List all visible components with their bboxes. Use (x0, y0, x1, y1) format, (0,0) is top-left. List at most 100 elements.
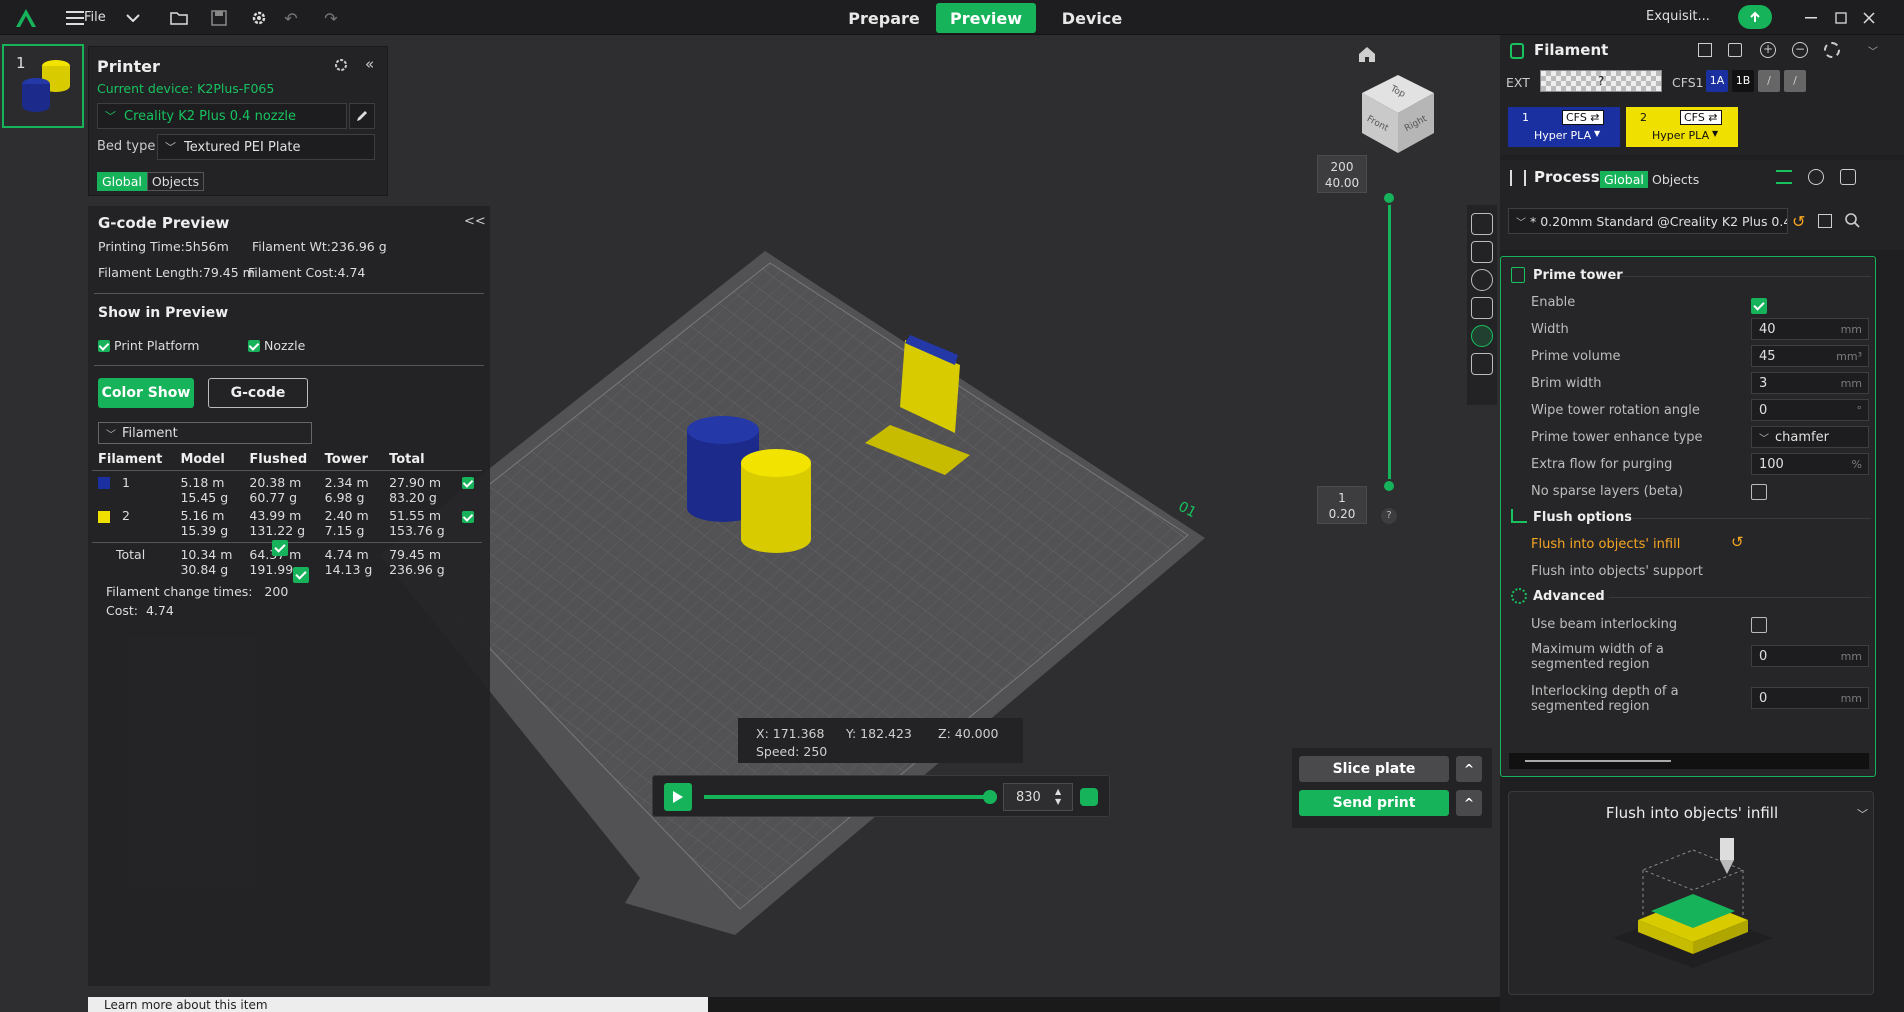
reset-value-icon[interactable]: ↺ (1731, 533, 1744, 551)
prime-volume-input[interactable]: 45 mm³ (1751, 345, 1869, 367)
filament-settings-icon[interactable] (1824, 42, 1840, 58)
card-tag[interactable]: CFS ⇄ (1562, 110, 1604, 125)
max-width-input[interactable]: 0 mm (1751, 645, 1869, 667)
scrollbar-thumb[interactable] (1525, 760, 1671, 762)
printer-settings-icon[interactable] (333, 57, 349, 73)
support-icon[interactable] (1471, 241, 1493, 263)
filament-visible-checkbox[interactable] (462, 477, 475, 489)
gcode-collapse-button[interactable]: << (464, 214, 486, 229)
slot-1a[interactable]: 1A (1706, 70, 1728, 92)
cloud-upload-icon[interactable] (1738, 5, 1772, 29)
beam-interlocking-checkbox[interactable] (1751, 617, 1767, 633)
process-toggle-global[interactable]: Global (1600, 171, 1648, 188)
minimize-icon[interactable] (1800, 7, 1822, 29)
nozzle-select[interactable]: ﹀ Creality K2 Plus 0.4 nozzle (97, 103, 347, 129)
rotation-input[interactable]: 0 ° (1751, 399, 1869, 421)
process-toggle-objects[interactable]: Objects (1652, 172, 1699, 187)
share-icon[interactable] (1840, 169, 1856, 185)
layer-slider-track[interactable] (1388, 197, 1391, 487)
toggle-objects[interactable]: Objects (146, 172, 205, 191)
tab-device[interactable]: Device (1052, 3, 1132, 33)
depth-input[interactable]: 0 mm (1751, 687, 1869, 709)
playback-input[interactable]: 830 (1003, 783, 1073, 811)
print-platform-checkbox[interactable]: Print Platform (98, 338, 199, 353)
play-button[interactable] (664, 783, 692, 811)
multicolor-icon[interactable] (1471, 353, 1493, 375)
playback-stepper-icon[interactable]: ▲ ▼ (1055, 787, 1061, 807)
list-view-icon[interactable] (1776, 170, 1792, 184)
slice-plate-button[interactable]: Slice plate (1299, 756, 1449, 782)
edit-printer-icon[interactable] (349, 103, 375, 129)
collapse-printer-icon[interactable]: « (365, 55, 374, 73)
view-cube[interactable]: Top Front Right (1360, 73, 1436, 155)
reset-preset-icon[interactable]: ↺ (1792, 212, 1805, 231)
tab-prepare[interactable]: Prepare (844, 3, 924, 33)
home-icon[interactable] (1357, 45, 1377, 65)
layer-mode-icon[interactable] (1080, 788, 1098, 806)
file-menu[interactable]: File (84, 10, 106, 25)
brim-width-input[interactable]: 3 mm (1751, 372, 1869, 394)
send-print-button[interactable]: Send print (1299, 790, 1449, 816)
chevron-down-icon[interactable] (122, 7, 144, 29)
toggle-global[interactable]: Global (97, 172, 147, 191)
flush-support-checkbox[interactable] (293, 566, 310, 583)
speed-icon[interactable] (1471, 269, 1493, 291)
save-icon[interactable] (208, 7, 230, 29)
learn-more-link[interactable]: Learn more about this item (104, 998, 268, 1012)
horizontal-scrollbar[interactable] (1509, 753, 1869, 769)
process-preset-select[interactable]: ﹀ * 0.20mm Standard @Creality K2 Plus 0.… (1508, 208, 1788, 234)
checkbox-checked[interactable] (248, 339, 260, 352)
slot-1b[interactable]: 1B (1732, 70, 1754, 92)
gear-icon[interactable] (248, 7, 270, 29)
remove-filament-icon[interactable]: − (1792, 42, 1808, 58)
help-collapse-icon[interactable]: ﹀ (1857, 806, 1868, 822)
card-type[interactable]: Hyper PLA (1652, 129, 1709, 142)
ext-slot[interactable]: ? (1540, 70, 1662, 92)
color-show-button[interactable]: Color Show (98, 378, 194, 408)
playback-slider-handle[interactable] (983, 790, 997, 804)
slot-empty-1[interactable]: / (1758, 70, 1780, 92)
model-cylinder-yellow[interactable] (741, 449, 811, 553)
filament-visible-checkbox[interactable] (462, 510, 475, 523)
gcode-button[interactable]: G-code (208, 378, 308, 408)
save-preset-icon[interactable] (1818, 214, 1832, 228)
maximize-icon[interactable] (1830, 7, 1852, 29)
filament-card-2[interactable]: 2 CFS ⇄ Hyper PLA ▼ (1626, 107, 1738, 147)
filament-sync-icon[interactable] (1698, 43, 1712, 57)
slot-empty-2[interactable]: / (1784, 70, 1806, 92)
filament-view-select[interactable]: ﹀ Filament (98, 422, 312, 444)
undo-icon[interactable]: ↶ (280, 7, 302, 29)
menu-icon[interactable] (64, 7, 86, 29)
surface-icon[interactable] (1471, 297, 1493, 319)
help-button[interactable]: ? (1381, 508, 1397, 524)
flush-infill-checkbox[interactable] (272, 539, 289, 556)
filament-brush-icon[interactable] (1728, 43, 1742, 57)
close-icon[interactable] (1858, 7, 1880, 29)
layers-icon[interactable] (1471, 213, 1493, 235)
search-icon[interactable] (1844, 212, 1860, 232)
layer-slider-bottom-handle[interactable] (1382, 479, 1396, 493)
layer-slider-top-handle[interactable] (1382, 191, 1396, 205)
tab-preview[interactable]: Preview (936, 3, 1036, 33)
others-settings-icon[interactable] (1471, 325, 1493, 347)
checkbox-checked[interactable] (98, 339, 110, 352)
nozzle-checkbox[interactable]: Nozzle (248, 338, 305, 353)
extra-flow-input[interactable]: 100 % (1751, 453, 1869, 475)
account-name[interactable]: Exquisit... (1646, 9, 1710, 24)
bed-type-select[interactable]: ﹀ Textured PEI Plate (157, 134, 375, 160)
redo-icon[interactable]: ↷ (320, 7, 342, 29)
open-folder-icon[interactable] (168, 7, 190, 29)
width-input[interactable]: 40 mm (1751, 318, 1869, 340)
slice-options-caret[interactable]: ^ (1456, 756, 1482, 782)
add-filament-icon[interactable]: + (1760, 42, 1776, 58)
plate-thumbnail[interactable]: 1 (2, 44, 84, 128)
compare-icon[interactable] (1808, 169, 1824, 185)
card-tag[interactable]: CFS ⇄ (1680, 110, 1722, 125)
filament-collapse-icon[interactable]: ﹀ (1868, 43, 1878, 58)
enable-checkbox[interactable] (1751, 297, 1767, 314)
no-sparse-checkbox[interactable] (1751, 484, 1767, 500)
enhance-type-select[interactable]: ﹀ chamfer (1751, 426, 1869, 448)
send-options-caret[interactable]: ^ (1456, 790, 1482, 816)
card-type[interactable]: Hyper PLA (1534, 129, 1591, 142)
filament-card-1[interactable]: 1 CFS ⇄ Hyper PLA ▼ (1508, 107, 1620, 147)
